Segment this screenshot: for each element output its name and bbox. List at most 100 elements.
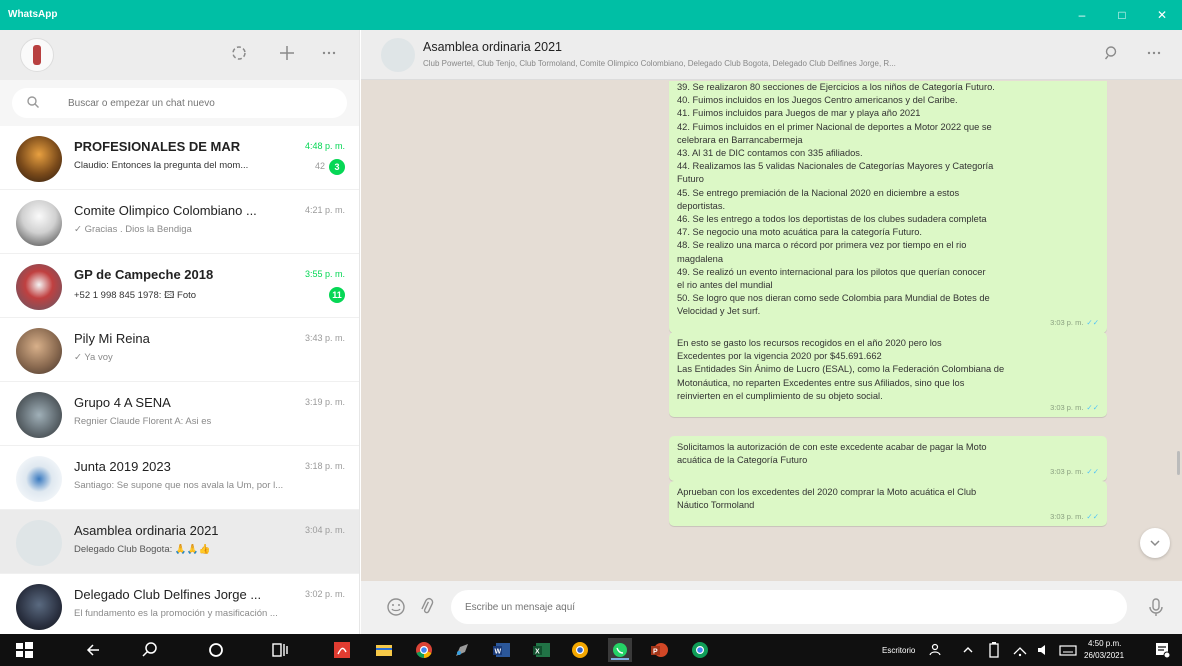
chat-item-gp-campeche[interactable]: GP de Campeche 2018 3:55 p. m. +52 1 998… xyxy=(0,254,359,318)
chevron-up-icon[interactable] xyxy=(956,638,980,662)
unread-badge: 11 xyxy=(329,287,345,303)
chevron-down-icon xyxy=(1150,540,1160,547)
battery-icon[interactable] xyxy=(982,638,1006,662)
search-messages-icon[interactable] xyxy=(1101,44,1123,66)
conversation-header[interactable]: Asamblea ordinaria 2021 Club Powertel, C… xyxy=(361,30,1182,80)
group-members: Club Powertel, Club Tenjo, Club Tormolan… xyxy=(423,59,896,68)
chat-item-delegado-club-delfines[interactable]: Delegado Club Delfines Jorge ... 3:02 p.… xyxy=(0,574,359,634)
notifications-icon[interactable] xyxy=(1150,638,1174,662)
chat-time: 3:04 p. m. xyxy=(304,525,345,535)
cortana-icon[interactable] xyxy=(204,638,228,662)
chat-time: 4:21 p. m. xyxy=(304,205,345,215)
keyboard-icon[interactable] xyxy=(1056,638,1080,662)
conversation-title: Asamblea ordinaria 2021 xyxy=(423,40,562,54)
powerpoint-icon[interactable]: P xyxy=(648,638,672,662)
message-time: 3:03 p. m. xyxy=(1050,318,1084,328)
search-box[interactable] xyxy=(12,88,348,118)
group-avatar[interactable] xyxy=(381,38,415,72)
chat-avatar xyxy=(16,584,62,630)
back-arrow-icon[interactable] xyxy=(82,638,106,662)
chat-item-profesionales-de-mar[interactable]: PROFESIONALES DE MAR 4:48 p. m. Claudio:… xyxy=(0,126,359,190)
clock-date[interactable]: 26/03/2021 xyxy=(1084,651,1124,660)
message-line: 49. Se realizó un evento internacional p… xyxy=(677,266,986,277)
excel-icon[interactable]: X xyxy=(530,638,554,662)
app-title: WhatsApp xyxy=(8,9,58,20)
chat-preview: +52 1 998 845 1978: 🖾 Foto xyxy=(74,290,197,301)
close-button[interactable]: ✕ xyxy=(1142,0,1182,30)
chat-item-grupo-4-sena[interactable]: Grupo 4 A SENA 3:19 p. m. Regnier Claude… xyxy=(0,382,359,446)
message-composer xyxy=(361,581,1182,634)
profile-avatar[interactable] xyxy=(20,38,54,72)
message-line: Las Entidades Sin Ánimo de Lucro (ESAL),… xyxy=(677,364,1005,375)
task-view-icon[interactable] xyxy=(268,638,292,662)
message-list[interactable]: 39. Se realizaron 80 secciones de Ejerci… xyxy=(361,81,1182,581)
windows-start-icon[interactable] xyxy=(12,638,36,662)
message-line: 50. Se logro que nos dieran como sede Co… xyxy=(677,293,990,304)
message-meta: 3:03 p. m. ✓✓ xyxy=(1050,510,1099,523)
whatsapp-taskbar-icon[interactable] xyxy=(608,638,632,662)
chat-time: 3:19 p. m. xyxy=(304,397,345,407)
chat-name: Grupo 4 A SENA xyxy=(74,395,171,410)
network-icon[interactable] xyxy=(1008,638,1032,662)
chat-avatar xyxy=(16,328,62,374)
pdf-reader-icon[interactable] xyxy=(330,638,354,662)
chat-preview: El fundamento es la promoción y masifica… xyxy=(74,608,278,619)
search-icon xyxy=(26,95,42,111)
message-bubble: Solicitamos la autorización de con este … xyxy=(669,436,1107,482)
message-line: acuática de la Categoría Futuro xyxy=(677,455,808,466)
search-bar xyxy=(0,80,359,126)
chat-name: GP de Campeche 2018 xyxy=(74,267,214,282)
file-explorer-icon[interactable] xyxy=(372,638,396,662)
search-input[interactable] xyxy=(68,93,348,113)
message-time: 3:03 p. m. xyxy=(1050,467,1084,477)
paint-icon[interactable] xyxy=(450,638,474,662)
message-line: Solicitamos la autorización de con este … xyxy=(677,442,987,452)
message-meta: 3:03 p. m. ✓✓ xyxy=(1050,316,1099,329)
conversation-menu-icon[interactable] xyxy=(1143,44,1165,66)
read-receipt-icon: ✓✓ xyxy=(1086,467,1099,477)
status-icon[interactable] xyxy=(228,44,250,66)
word-icon[interactable]: W xyxy=(490,638,514,662)
message-line: 48. Se realizo una marca o récord por pr… xyxy=(677,240,967,251)
message-meta: 3:03 p. m. ✓✓ xyxy=(1050,401,1099,414)
window-titlebar: WhatsApp – □ ✕ xyxy=(0,0,1182,30)
chat-avatar xyxy=(16,456,62,502)
chat-item-asamblea-ordinaria[interactable]: Asamblea ordinaria 2021 3:04 p. m. Deleg… xyxy=(0,510,359,574)
chrome-icon[interactable] xyxy=(412,638,436,662)
read-receipt-icon: ✓✓ xyxy=(1086,318,1099,328)
message-scrollbar[interactable] xyxy=(1177,451,1180,475)
chat-item-junta-2019-2023[interactable]: Junta 2019 2023 3:18 p. m. Santiago: Se … xyxy=(0,446,359,510)
scroll-down-button[interactable] xyxy=(1140,528,1170,558)
taskbar-search-icon[interactable] xyxy=(138,638,162,662)
minimize-button[interactable]: – xyxy=(1062,0,1102,30)
chat-time: 3:55 p. m. xyxy=(304,269,345,279)
chrome-canary-icon[interactable] xyxy=(568,638,592,662)
read-receipt-icon: ✓✓ xyxy=(1086,402,1099,412)
message-bubble: En esto se gasto los recursos recogidos … xyxy=(669,332,1107,418)
menu-icon[interactable] xyxy=(318,44,340,66)
message-line: 46. Se les entrego a todos los deportist… xyxy=(677,214,987,225)
desktop-label[interactable]: Escritorio xyxy=(882,646,915,655)
attach-icon[interactable] xyxy=(415,597,437,619)
volume-icon[interactable] xyxy=(1032,638,1056,662)
message-time: 3:03 p. m. xyxy=(1050,512,1084,522)
clock-time[interactable]: 4:50 p.m. xyxy=(1088,639,1121,648)
conversation-panel: Asamblea ordinaria 2021 Club Powertel, C… xyxy=(361,30,1182,634)
people-icon[interactable] xyxy=(924,638,948,662)
chat-item-comite-olimpico[interactable]: Comite Olimpico Colombiano ... 4:21 p. m… xyxy=(0,190,359,254)
message-line: 39. Se realizaron 80 secciones de Ejerci… xyxy=(677,82,995,92)
new-chat-icon[interactable] xyxy=(276,44,298,66)
chat-preview: ✓ Ya voy xyxy=(74,352,113,363)
chrome-profile-icon[interactable] xyxy=(688,638,712,662)
chat-item-pily-mi-reina[interactable]: Pily Mi Reina 3:43 p. m. ✓ Ya voy xyxy=(0,318,359,382)
message-input[interactable] xyxy=(451,590,1127,624)
microphone-icon[interactable] xyxy=(1145,597,1167,619)
chat-time: 4:48 p. m. xyxy=(304,141,345,151)
sidebar-header xyxy=(0,30,359,80)
message-line: deportistas. xyxy=(677,200,726,211)
windows-taskbar: W X P Escritorio 4:50 p.m. 26/03/2021 xyxy=(0,634,1182,666)
message-line: Náutico Tormoland xyxy=(677,500,755,511)
chat-name: Junta 2019 2023 xyxy=(74,459,171,474)
emoji-icon[interactable] xyxy=(385,597,407,619)
maximize-button[interactable]: □ xyxy=(1102,0,1142,30)
